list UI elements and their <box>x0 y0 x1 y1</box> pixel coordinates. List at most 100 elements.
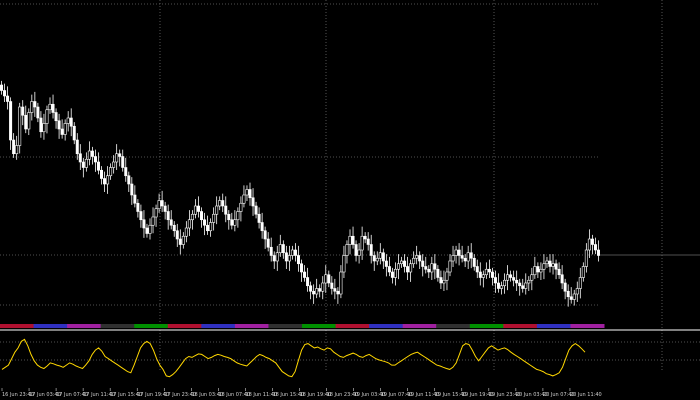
candle-body <box>163 205 167 212</box>
candle-body <box>587 238 591 251</box>
candle <box>430 256 434 280</box>
candle <box>406 256 410 280</box>
candle <box>281 240 285 259</box>
candle-body <box>381 252 385 262</box>
candle <box>254 201 258 219</box>
candle <box>590 234 594 255</box>
candle <box>451 245 455 268</box>
candle <box>493 270 497 293</box>
candle-body <box>403 260 407 267</box>
candle <box>109 163 113 180</box>
candle-body <box>296 255 300 265</box>
candle <box>412 251 416 268</box>
candle-body <box>406 266 410 273</box>
candle-body <box>303 271 307 278</box>
candle-body <box>230 219 234 226</box>
candle-body <box>75 139 79 155</box>
candle <box>581 262 585 282</box>
candle-body <box>348 235 352 245</box>
candle-body <box>39 117 43 133</box>
candle-body <box>233 219 237 226</box>
candle-body <box>409 263 413 273</box>
candle-body <box>542 263 546 270</box>
candle-body <box>584 249 588 267</box>
candle <box>175 223 179 247</box>
session-band-segment <box>201 324 236 328</box>
candle <box>324 265 328 293</box>
candle-body <box>375 257 379 262</box>
candle-body <box>506 274 510 281</box>
candle-body <box>439 277 443 284</box>
candle <box>339 265 343 299</box>
candle-body <box>300 263 304 273</box>
candle <box>572 289 576 306</box>
candle <box>69 108 73 137</box>
candle <box>536 262 540 279</box>
candle-body <box>239 202 243 212</box>
candle-body <box>372 255 376 262</box>
candle-body <box>309 285 313 292</box>
candle-body <box>418 255 422 262</box>
candle-body <box>342 255 346 273</box>
candle-body <box>209 222 213 232</box>
session-band-segment <box>67 324 102 328</box>
candle <box>181 232 185 249</box>
candle-body <box>36 106 40 119</box>
candle-body <box>130 183 134 196</box>
candle <box>390 267 394 284</box>
candle-body <box>430 263 434 273</box>
candle <box>48 97 52 114</box>
candle-body <box>272 255 276 262</box>
candle <box>133 185 137 208</box>
candle <box>366 232 370 251</box>
candle-body <box>548 260 552 267</box>
candle-body <box>172 224 176 232</box>
candle-body <box>96 161 100 171</box>
candle-body <box>569 296 573 300</box>
indicator-panel[interactable] <box>1 338 586 378</box>
candle-body <box>193 205 197 215</box>
candle <box>190 210 194 230</box>
candle <box>369 234 373 264</box>
price-panel[interactable] <box>0 80 600 307</box>
candle <box>496 273 500 293</box>
candle-body <box>527 279 531 284</box>
candle-body <box>21 106 25 116</box>
candle <box>363 232 367 244</box>
candle <box>242 185 246 208</box>
candle-body <box>590 238 594 245</box>
candle <box>403 254 407 273</box>
candle-body <box>515 279 519 284</box>
session-color-band <box>0 324 605 328</box>
candle <box>136 199 140 218</box>
candle-body <box>412 257 416 265</box>
chart-window[interactable]: 16 Jun 23:40 17 Jun 03:40 17 Jun 07:40 17 J… <box>0 0 700 400</box>
candlestick-chart[interactable]: 16 Jun 23:4017 Jun 03:4017 Jun 07:4017 J… <box>0 0 700 400</box>
session-band-segment <box>335 324 370 328</box>
candle-body <box>369 244 373 256</box>
candle <box>118 149 122 167</box>
candle <box>230 212 234 230</box>
candle-body <box>521 285 525 289</box>
candle <box>418 251 422 269</box>
candle-body <box>554 263 558 270</box>
candle-body <box>396 263 400 270</box>
candle-body <box>457 249 461 256</box>
candle-body <box>169 219 173 226</box>
candle <box>24 105 28 134</box>
candle-body <box>215 205 219 215</box>
candle <box>21 100 25 126</box>
candle <box>354 240 358 262</box>
candle <box>539 262 543 280</box>
candle <box>384 254 388 277</box>
candle-body <box>203 219 207 226</box>
candle <box>215 196 219 225</box>
candle-body <box>442 279 446 284</box>
candle-body <box>45 109 49 124</box>
candle <box>148 218 152 240</box>
candle-body <box>148 224 152 234</box>
candle-body <box>81 161 85 168</box>
candle <box>457 243 461 266</box>
candle-body <box>493 277 497 284</box>
candle <box>481 270 485 288</box>
